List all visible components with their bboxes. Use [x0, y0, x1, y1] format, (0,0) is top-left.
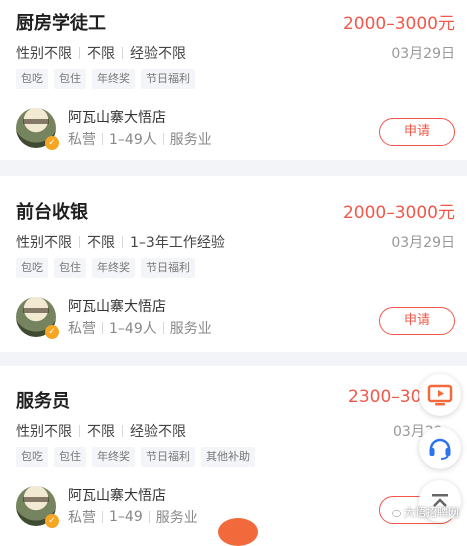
- education-requirement: 不限: [87, 424, 115, 440]
- company-industry: 服务业: [169, 321, 212, 337]
- benefit-tag: 包住: [54, 69, 86, 89]
- bottom-action-button[interactable]: [218, 518, 258, 546]
- benefit-tag: 包住: [54, 258, 86, 278]
- job-title: 前台收银: [16, 202, 88, 223]
- company-type: 私营: [68, 321, 96, 337]
- divider: [79, 236, 80, 248]
- benefit-tag: 年终奖: [92, 258, 135, 278]
- benefit-tag: 包吃: [16, 447, 48, 467]
- company-meta: 私营 1–49人 服务业: [68, 318, 212, 338]
- experience-requirement: 1–3年工作经验: [130, 235, 225, 251]
- job-salary: 2300–30: [348, 387, 422, 407]
- benefit-tag: 节日福利: [141, 447, 195, 467]
- benefit-tag: 包吃: [16, 69, 48, 89]
- verified-badge-icon: ✓: [45, 136, 59, 150]
- live-button[interactable]: [419, 374, 461, 416]
- watermark-text: 大悟招聘网: [404, 506, 459, 519]
- job-title: 厨房学徒工: [16, 13, 106, 34]
- benefit-tag: 包住: [54, 447, 86, 467]
- customer-service-headset-icon: [429, 438, 451, 460]
- live-broadcast-icon: [427, 384, 453, 406]
- job-salary: 2000–3000元: [342, 203, 455, 223]
- benefit-tag: 年终奖: [92, 69, 135, 89]
- divider: [122, 425, 123, 437]
- divider: [122, 236, 123, 248]
- job-requirements: 性别不限 不限 1–3年工作经验: [16, 232, 225, 252]
- company-logo[interactable]: ✓: [16, 297, 59, 339]
- divider: [79, 425, 80, 437]
- customer-service-button[interactable]: [419, 427, 461, 469]
- company-type: 私营: [68, 132, 96, 148]
- watermark: 大悟招聘网: [387, 504, 459, 520]
- verified-badge-icon: ✓: [45, 325, 59, 339]
- company-size: 1–49: [109, 509, 143, 525]
- benefit-tags: 包吃 包住 年终奖 节日福利 其他补助: [16, 447, 255, 467]
- divider: [102, 133, 103, 145]
- job-requirements: 性别不限 不限 经验不限: [16, 43, 186, 63]
- education-requirement: 不限: [87, 235, 115, 251]
- job-card[interactable]: 厨房学徒工 2000–3000元 性别不限 不限 经验不限 03月29日 包吃 …: [0, 0, 467, 160]
- experience-requirement: 经验不限: [130, 424, 186, 440]
- benefit-tags: 包吃 包住 年终奖 节日福利: [16, 258, 195, 278]
- company-name[interactable]: 阿瓦山寨大悟店: [68, 485, 166, 505]
- job-salary: 2000–3000元: [342, 14, 455, 34]
- company-name[interactable]: 阿瓦山寨大悟店: [68, 296, 166, 316]
- company-industry: 服务业: [155, 510, 198, 526]
- benefit-tag: 节日福利: [141, 69, 195, 89]
- post-date: 03月29日: [391, 46, 455, 62]
- job-requirements: 性别不限 不限 经验不限: [16, 421, 186, 441]
- job-title: 服务员: [16, 391, 70, 412]
- company-name[interactable]: 阿瓦山寨大悟店: [68, 107, 166, 127]
- divider: [79, 47, 80, 59]
- post-date: 03月29日: [391, 235, 455, 251]
- divider: [102, 322, 103, 334]
- wechat-logo-icon: [387, 507, 401, 517]
- apply-button[interactable]: 申请: [379, 307, 455, 335]
- divider: [122, 47, 123, 59]
- gender-requirement: 性别不限: [16, 235, 72, 251]
- gender-requirement: 性别不限: [16, 424, 72, 440]
- company-size: 1–49人: [109, 132, 157, 148]
- company-industry: 服务业: [169, 132, 212, 148]
- company-type: 私营: [68, 510, 96, 526]
- benefit-tags: 包吃 包住 年终奖 节日福利: [16, 69, 195, 89]
- divider: [148, 511, 150, 523]
- gender-requirement: 性别不限: [16, 46, 72, 62]
- company-logo[interactable]: ✓: [16, 486, 59, 528]
- divider: [162, 322, 164, 334]
- company-size: 1–49人: [109, 321, 157, 337]
- verified-badge-icon: ✓: [45, 514, 59, 528]
- divider: [102, 511, 103, 523]
- benefit-tag: 其他补助: [201, 447, 255, 467]
- company-logo[interactable]: ✓: [16, 108, 59, 150]
- experience-requirement: 经验不限: [130, 46, 186, 62]
- divider: [162, 133, 164, 145]
- company-meta: 私营 1–49人 服务业: [68, 129, 212, 149]
- job-card[interactable]: 前台收银 2000–3000元 性别不限 不限 1–3年工作经验 03月29日 …: [0, 176, 467, 352]
- benefit-tag: 年终奖: [92, 447, 135, 467]
- benefit-tag: 包吃: [16, 258, 48, 278]
- company-meta: 私营 1–49 服务业: [68, 507, 198, 527]
- benefit-tag: 节日福利: [141, 258, 195, 278]
- education-requirement: 不限: [87, 46, 115, 62]
- apply-button[interactable]: 申请: [379, 118, 455, 146]
